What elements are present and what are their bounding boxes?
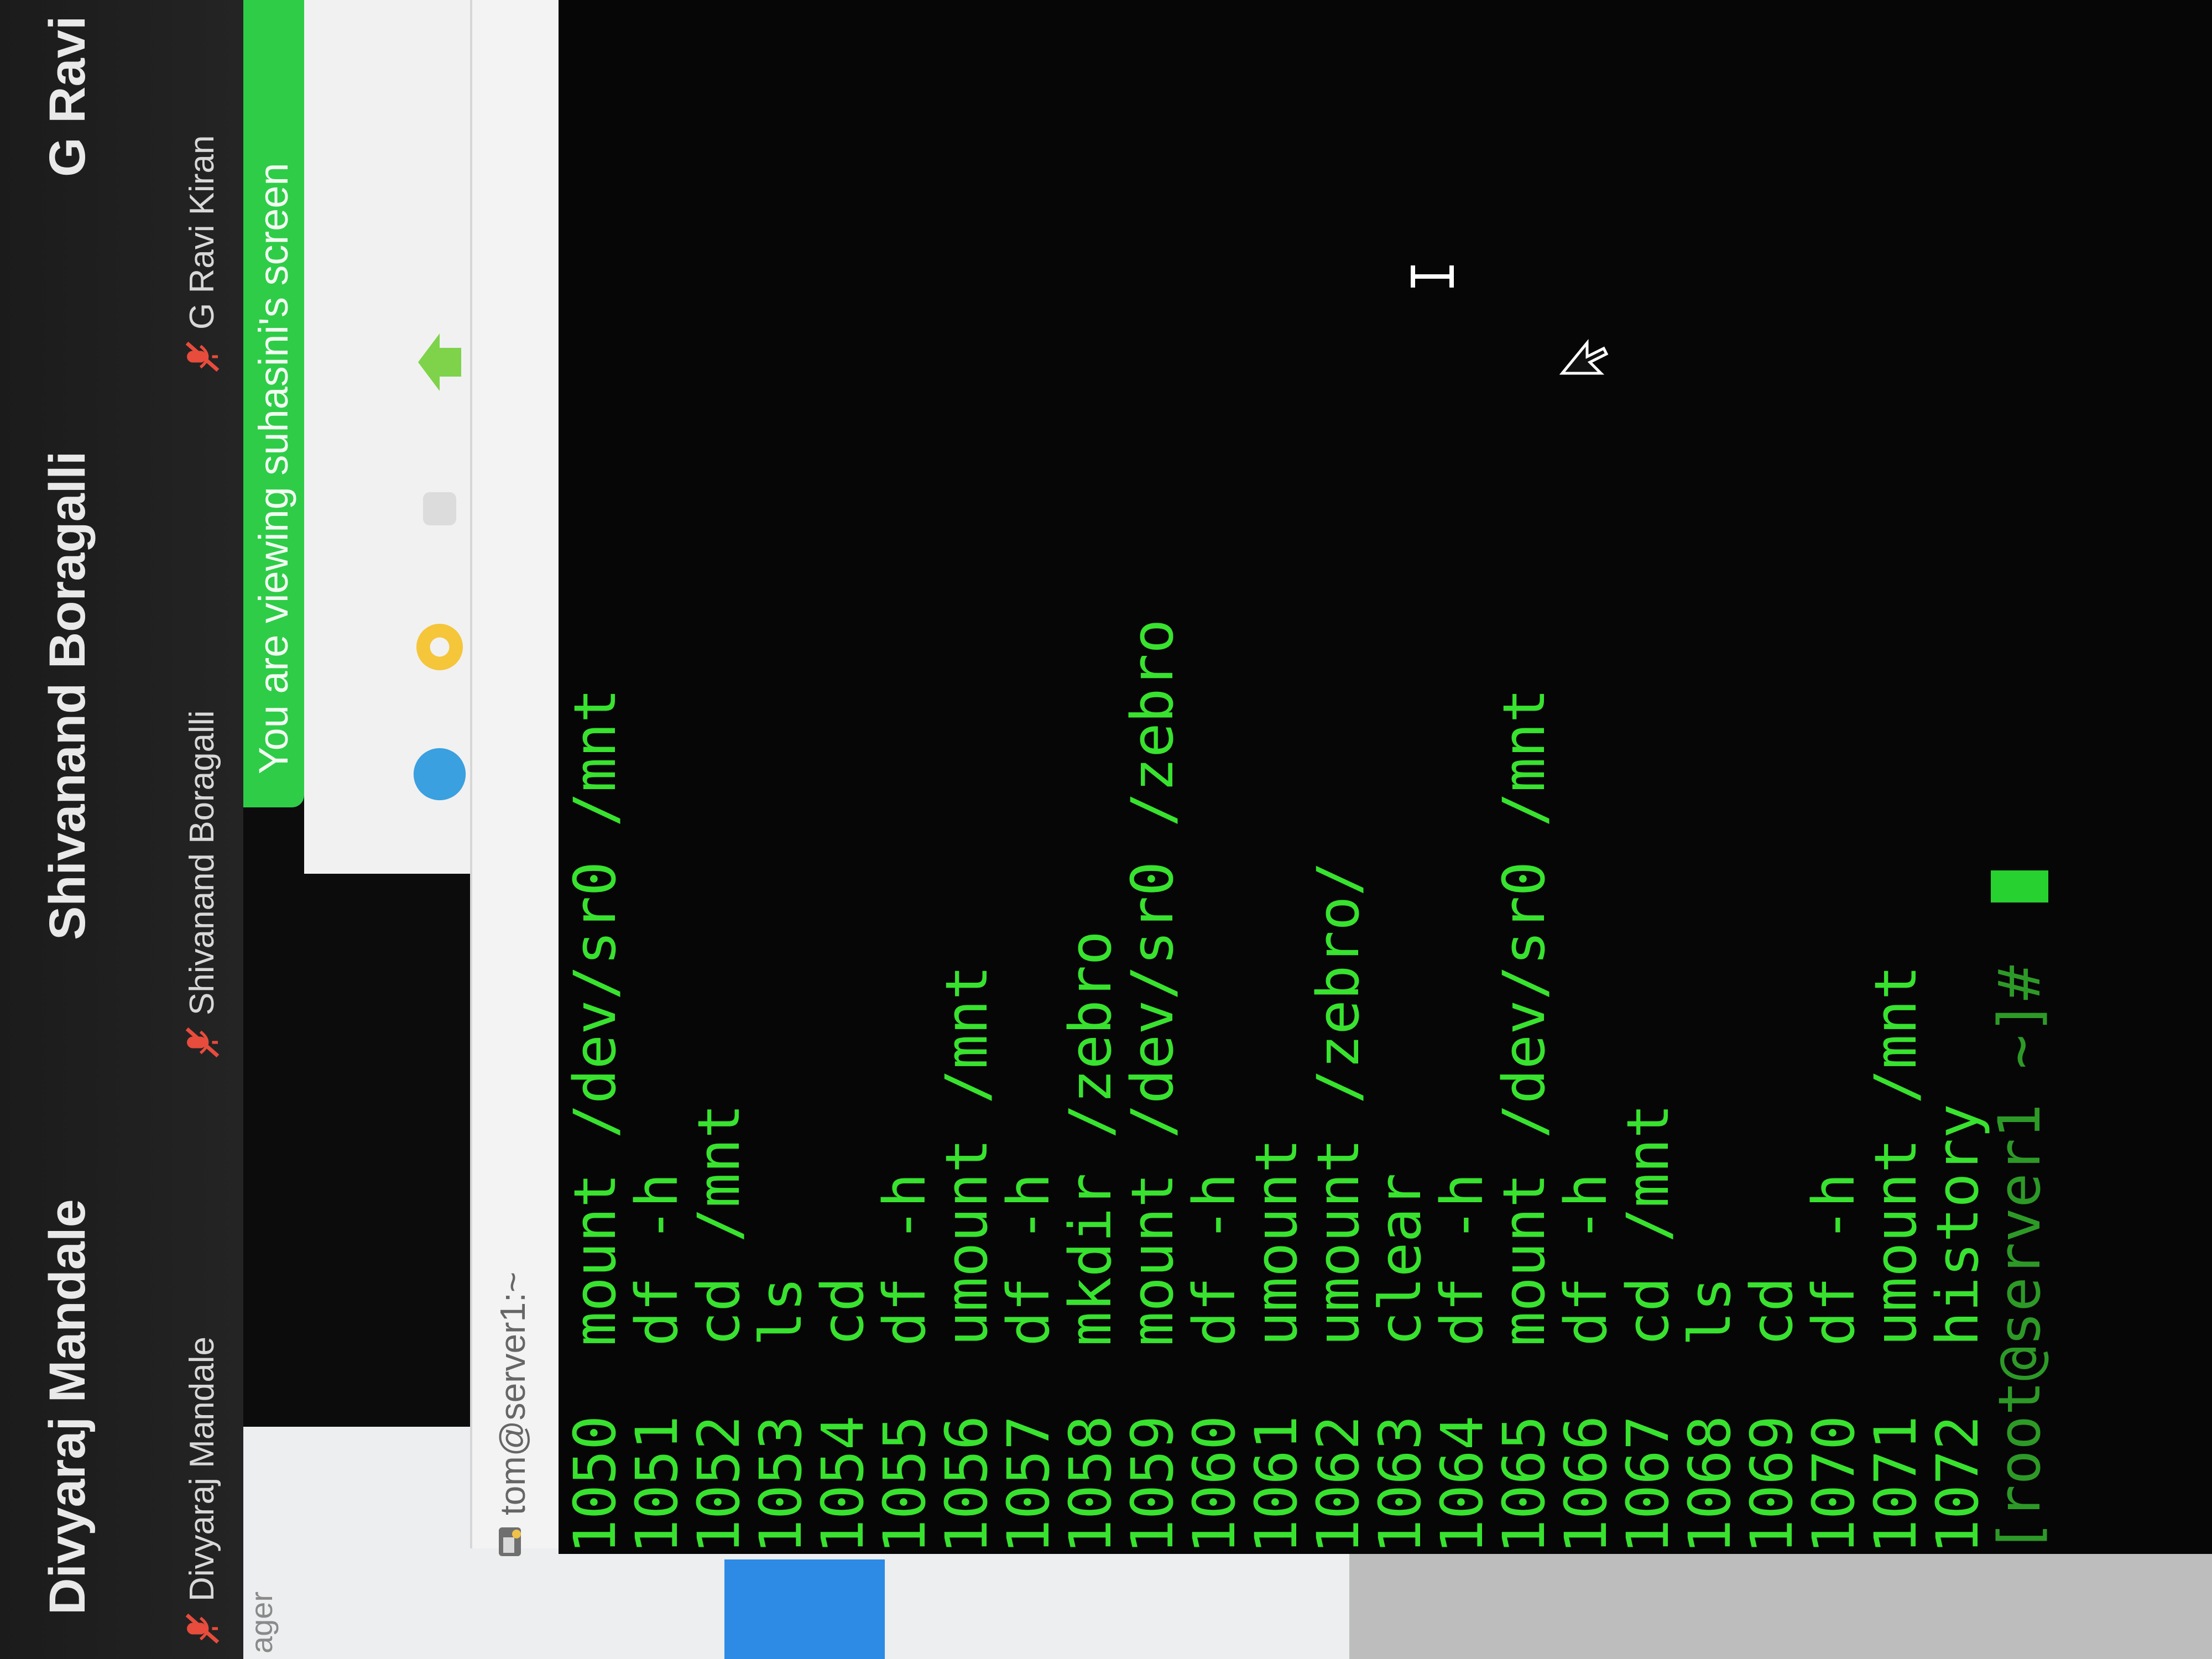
mic-muted-icon (185, 1027, 219, 1058)
history-command: mount /dev/sr0 /mnt (561, 688, 629, 1347)
participant-name-shivanand: Shivanand Boragalli (39, 451, 96, 940)
screen-share-banner-text: You are viewing suhasini's screen (251, 163, 296, 774)
history-number: 1072 (1924, 1415, 1991, 1554)
history-line: 1056 umount /mnt (933, 965, 1000, 1554)
history-line: 1063 clear (1366, 1173, 1434, 1554)
history-command: ls (1676, 1277, 1744, 1347)
history-number: 1052 (685, 1415, 753, 1554)
history-line: 1071 umount /mnt (1862, 965, 1929, 1554)
history-command: cd (809, 1277, 877, 1347)
screen-share-banner: You are viewing suhasini's screen (243, 0, 304, 807)
history-line: 1069 cd (1738, 1277, 1806, 1554)
desktop-app-icon[interactable] (409, 608, 470, 686)
participant-label-divyaraj: Divyaraj Mandale (183, 1337, 221, 1601)
history-number: 1062 (1305, 1415, 1372, 1554)
terminal-cursor (1991, 870, 2048, 902)
history-line: 1067 cd /mnt (1614, 1104, 1682, 1554)
mic-muted-icon (185, 341, 219, 372)
history-line: 1064 df -h (1428, 1173, 1496, 1554)
history-number: 1051 (623, 1415, 691, 1554)
history-command: df -h (1428, 1173, 1496, 1347)
participant-tile-divyaraj[interactable]: Divyaraj Mandale (182, 1337, 222, 1648)
history-number: 1070 (1800, 1415, 1867, 1554)
mouse-pointer-icon (1559, 338, 1609, 375)
history-command: mount /dev/sr0 /zebro (1119, 619, 1186, 1347)
history-number: 1061 (1243, 1415, 1310, 1554)
desktop-app-icon[interactable] (409, 476, 470, 542)
history-command: clear (1366, 1173, 1434, 1347)
history-number: 1053 (747, 1415, 815, 1554)
history-command: umount /mnt (933, 965, 1000, 1347)
history-number: 1050 (561, 1415, 629, 1554)
history-command: df -h (1552, 1173, 1620, 1347)
history-command: umount (1243, 1138, 1310, 1347)
mic-muted-icon (185, 1613, 219, 1644)
participant-label-shivanand: Shivanand Boragalli (183, 710, 221, 1016)
history-number: 1054 (809, 1415, 877, 1554)
history-command: umount /mnt (1862, 965, 1929, 1347)
text-cursor-icon (1411, 265, 1454, 288)
history-command: umount /zebro/ (1305, 861, 1372, 1347)
history-command: df -h (995, 1173, 1062, 1347)
history-number: 1060 (1181, 1415, 1248, 1554)
history-line: 1060 df -h (1181, 1173, 1248, 1554)
history-line: 1051 df -h (623, 1173, 691, 1554)
history-command: history (1924, 1104, 1991, 1347)
history-line: 1053 ls (747, 1277, 815, 1554)
history-number: 1064 (1428, 1415, 1496, 1554)
history-line: 1062 umount /zebro/ (1305, 861, 1372, 1554)
history-number: 1065 (1490, 1415, 1558, 1554)
history-line: 1066 df -h (1552, 1173, 1620, 1554)
history-number: 1069 (1738, 1415, 1806, 1554)
history-line: 1050 mount /dev/sr0 /mnt (561, 688, 629, 1554)
history-command: ls (747, 1277, 815, 1347)
participant-label-ravi: G Ravi Kiran (183, 135, 221, 330)
history-number: 1058 (1057, 1415, 1124, 1554)
history-line: 1059 mount /dev/sr0 /zebro (1119, 619, 1186, 1554)
terminal-app-icon (499, 1527, 521, 1556)
participant-name-divyaraj: Divyaraj Mandale (39, 1199, 96, 1615)
history-command: cd /mnt (685, 1104, 753, 1347)
history-number: 1055 (871, 1415, 938, 1554)
history-command: mkdir /zebro (1057, 930, 1124, 1347)
history-command: df -h (623, 1173, 691, 1347)
desktop-app-icon[interactable] (409, 730, 470, 818)
participant-bar: Divyaraj Mandale Shivanand Boragalli G R… (0, 0, 243, 1659)
history-line: 1068 ls (1676, 1277, 1744, 1554)
participant-tile-shivanand[interactable]: Shivanand Boragalli (182, 711, 222, 1062)
history-line: 1058 mkdir /zebro (1057, 930, 1124, 1554)
history-command: mount /dev/sr0 /mnt (1490, 688, 1558, 1347)
terminal-prompt[interactable]: [root@server1 ~]# (1986, 931, 2053, 1554)
terminal-title: tom@server1:~ (493, 1271, 533, 1515)
history-command: cd /mnt (1614, 1104, 1682, 1347)
history-line: 1057 df -h (995, 1173, 1062, 1554)
history-number: 1066 (1552, 1415, 1620, 1554)
history-number: 1071 (1862, 1415, 1929, 1554)
history-command: df -h (1181, 1173, 1248, 1347)
history-line: 1072 history (1924, 1104, 1991, 1554)
sidebar-selected-block[interactable] (724, 1559, 885, 1659)
history-line: 1070 df -h (1800, 1173, 1867, 1554)
history-line: 1054 cd (809, 1277, 877, 1554)
history-number: 1068 (1676, 1415, 1744, 1554)
history-number: 1063 (1366, 1415, 1434, 1554)
history-number: 1059 (1119, 1415, 1186, 1554)
history-number: 1067 (1614, 1415, 1682, 1554)
participant-tile-ravi[interactable]: G Ravi Kiran (182, 135, 222, 376)
screen-share-view: Divyaraj Mandale Shivanand Boragalli G R… (0, 0, 2212, 1659)
participant-name-ravi: G Ravi Kiran (39, 0, 96, 177)
history-line: 1055 df -h (871, 1173, 938, 1554)
desktop-app-icon[interactable] (409, 326, 470, 398)
history-line: 1061 umount (1243, 1138, 1310, 1554)
history-line: 1052 cd /mnt (685, 1104, 753, 1554)
app-side-label: ager (244, 1591, 279, 1653)
history-command: df -h (871, 1173, 938, 1347)
history-line: 1065 mount /dev/sr0 /mnt (1490, 688, 1558, 1554)
history-number: 1057 (995, 1415, 1062, 1554)
history-command: df -h (1800, 1173, 1867, 1347)
history-command: cd (1738, 1277, 1806, 1347)
history-number: 1056 (933, 1415, 1000, 1554)
